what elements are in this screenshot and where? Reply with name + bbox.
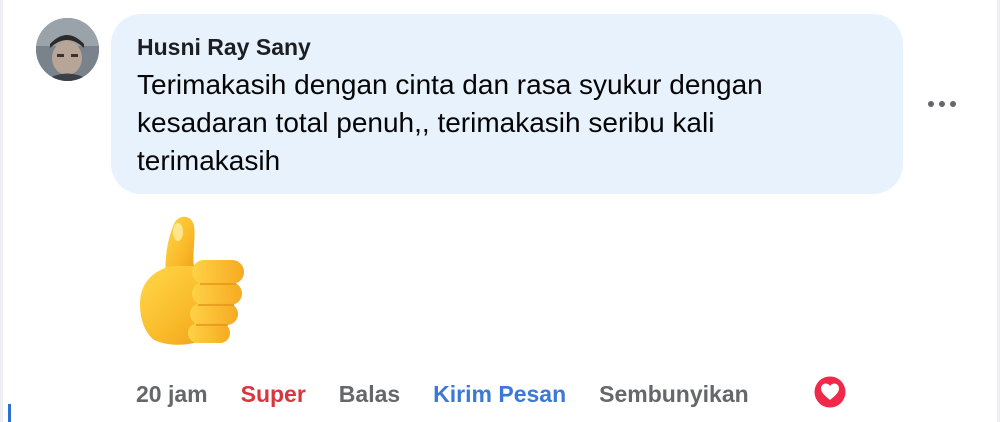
reaction-count-badge[interactable] (812, 374, 848, 410)
thumbs-up-icon (140, 216, 244, 345)
comment-author[interactable]: Husni Ray Sany (137, 32, 877, 62)
comment-text: Terimakasih dengan cinta dan rasa syukur… (137, 69, 763, 176)
comment-bubble: Husni Ray Sany Terimakasih dengan cinta … (111, 14, 903, 194)
thumbs-up-sticker (128, 208, 256, 350)
focus-indicator (8, 404, 11, 422)
more-options-button[interactable] (925, 90, 959, 118)
comment-timestamp[interactable]: 20 jam (136, 381, 208, 408)
reply-button[interactable]: Balas (339, 381, 400, 408)
hide-button[interactable]: Sembunyikan (599, 381, 749, 408)
reaction-button[interactable]: Super (241, 381, 306, 408)
user-photo-avatar-icon (36, 18, 99, 81)
heart-reaction-icon (813, 375, 847, 409)
comment-actions: 20 jam Super Balas Kirim Pesan Sembunyik… (136, 378, 749, 410)
more-horizontal-icon (928, 101, 956, 107)
avatar[interactable] (36, 18, 99, 81)
send-message-button[interactable]: Kirim Pesan (433, 381, 566, 408)
